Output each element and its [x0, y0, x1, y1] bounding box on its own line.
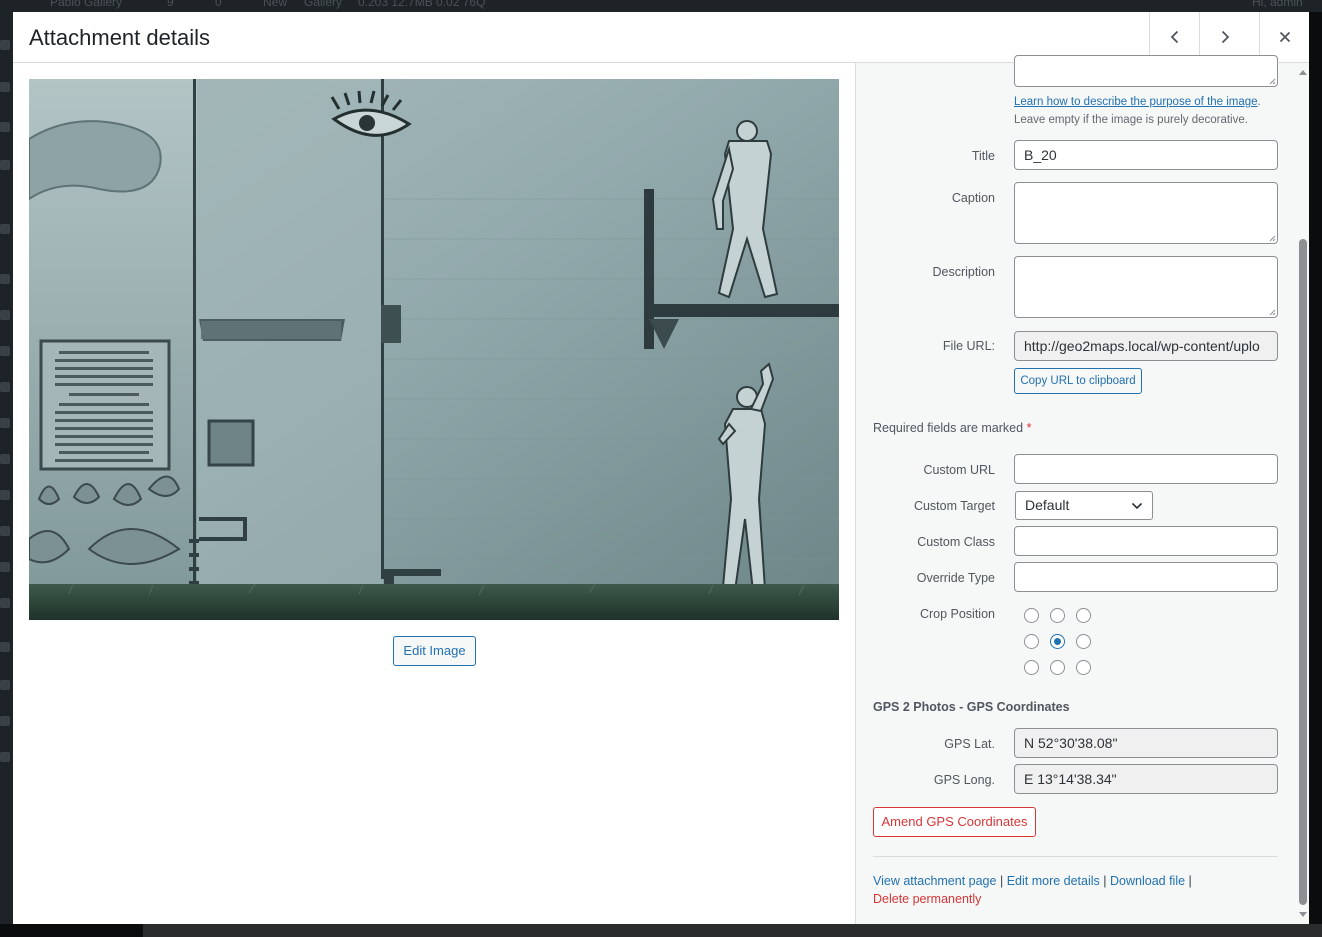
override-type-label: Override Type [916, 571, 995, 585]
gps-long-label: GPS Long. [933, 773, 995, 787]
custom-target-select[interactable]: Default [1015, 491, 1153, 520]
menu-icon[interactable] [0, 82, 10, 92]
edit-image-button[interactable]: Edit Image [393, 636, 476, 666]
menu-icon[interactable] [0, 680, 10, 690]
alt-text-textarea[interactable] [1014, 55, 1278, 87]
admin-bar-gallery[interactable]: Gallery [304, 0, 342, 9]
admin-bar-new[interactable]: New [263, 0, 287, 9]
caption-label: Caption [951, 191, 995, 205]
chevron-left-icon [1170, 30, 1178, 44]
resize-grip-icon [1269, 78, 1276, 85]
menu-icon[interactable] [0, 346, 10, 356]
gps-long-field[interactable]: E 13°14'38.34" [1014, 764, 1278, 794]
edit-more-details-link[interactable]: Edit more details [1007, 874, 1100, 888]
delete-permanently-link[interactable]: Delete permanently [873, 892, 981, 906]
download-file-link[interactable]: Download file [1110, 874, 1185, 888]
custom-class-field[interactable] [1014, 526, 1278, 556]
description-label: Description [932, 265, 995, 279]
crop-position-label: Crop Position [919, 607, 995, 621]
copy-url-button[interactable]: Copy URL to clipboard [1014, 368, 1142, 394]
view-attachment-page-link[interactable]: View attachment page [873, 874, 996, 888]
attachment-image [29, 79, 839, 620]
alt-text-help: Learn how to describe the purpose of the… [1014, 96, 1261, 108]
custom-target-label: Custom Target [913, 499, 995, 513]
alt-text-help-line2: Leave empty if the image is purely decor… [1014, 114, 1248, 126]
crop-radio-middle-left[interactable] [1024, 634, 1039, 649]
backdrop [0, 924, 1322, 937]
menu-icon[interactable] [0, 382, 10, 392]
caption-textarea[interactable] [1014, 182, 1278, 244]
scroll-down-arrow-icon[interactable] [1298, 911, 1308, 919]
override-type-field[interactable] [1014, 562, 1278, 592]
title-field[interactable]: B_20 [1014, 140, 1278, 170]
attachment-actions: View attachment page | Edit more details… [873, 874, 1192, 888]
crop-radio-center[interactable] [1050, 634, 1065, 649]
menu-icon[interactable] [0, 490, 10, 500]
required-note: Required fields are marked * [873, 421, 1031, 435]
gps-lat-label: GPS Lat. [944, 737, 995, 751]
attachment-media-view: Edit Image [13, 63, 855, 924]
attachment-settings: Learn how to describe the purpose of the… [855, 55, 1309, 924]
backdrop-content [143, 924, 1322, 937]
admin-bar-stats: 0.203 12.7MB 0.02 76Q [358, 0, 486, 9]
scroll-up-arrow-icon[interactable] [1298, 68, 1308, 76]
menu-icon[interactable] [0, 642, 10, 652]
crop-radio-bottom-left[interactable] [1024, 660, 1039, 675]
scrollbar-thumb[interactable] [1299, 239, 1307, 905]
admin-bar: Pablo Gallery 9 0 New Gallery 0.203 12.7… [0, 0, 1322, 12]
menu-icon[interactable] [0, 40, 10, 50]
close-icon [1279, 31, 1290, 43]
required-note-text: Required fields are marked [873, 421, 1024, 435]
crop-radio-top-left[interactable] [1024, 608, 1039, 623]
menu-icon[interactable] [0, 310, 10, 320]
required-star: * [1026, 421, 1032, 435]
menu-icon[interactable] [0, 752, 10, 762]
menu-icon[interactable] [0, 122, 10, 132]
admin-bar-comments[interactable]: 0 [215, 0, 222, 9]
crop-radio-middle-right[interactable] [1076, 634, 1091, 649]
menu-icon[interactable] [0, 224, 10, 234]
action-separator: | [1103, 874, 1107, 888]
gps-section-title: GPS 2 Photos - GPS Coordinates [873, 700, 1070, 714]
resize-grip-icon [1269, 309, 1276, 316]
menu-icon[interactable] [0, 454, 10, 464]
alt-text-help-link[interactable]: Learn how to describe the purpose of the… [1014, 96, 1258, 108]
menu-icon[interactable] [0, 274, 10, 284]
chevron-right-icon [1221, 30, 1229, 44]
custom-target-value: Default [1025, 497, 1070, 513]
chevron-down-icon [1131, 502, 1143, 510]
admin-bar-updates[interactable]: 9 [167, 0, 174, 9]
action-separator: | [1188, 874, 1192, 888]
file-url-field[interactable]: http://geo2maps.local/wp-content/uplo [1014, 331, 1278, 361]
file-url-label: File URL: [942, 339, 995, 353]
admin-bar-greeting[interactable]: Hi, admin [1252, 0, 1303, 9]
menu-icon[interactable] [0, 418, 10, 428]
action-separator: | [999, 874, 1004, 888]
backdrop [1309, 12, 1322, 924]
menu-icon[interactable] [0, 526, 10, 536]
crop-radio-top-right[interactable] [1076, 608, 1091, 623]
title-label: Title [971, 149, 995, 163]
admin-bar-site-name[interactable]: Pablo Gallery [50, 0, 122, 9]
crop-radio-bottom-right[interactable] [1076, 660, 1091, 675]
custom-url-field[interactable] [1014, 454, 1278, 484]
custom-url-label: Custom URL [923, 463, 995, 477]
modal-title: Attachment details [29, 25, 210, 50]
gps-lat-field[interactable]: N 52°30'38.08" [1014, 728, 1278, 758]
menu-icon[interactable] [0, 160, 10, 170]
alt-text-help-suffix: . [1257, 96, 1261, 108]
menu-icon[interactable] [0, 562, 10, 572]
admin-menu [0, 12, 13, 937]
custom-class-label: Custom Class [917, 535, 995, 549]
crop-radio-top-center[interactable] [1050, 608, 1065, 623]
attachment-details-modal: Attachment details Edit Image Learn how … [13, 12, 1309, 924]
menu-icon[interactable] [0, 598, 10, 608]
menu-icon[interactable] [0, 716, 10, 726]
amend-gps-button[interactable]: Amend GPS Coordinates [873, 807, 1036, 837]
crop-radio-bottom-center[interactable] [1050, 660, 1065, 675]
resize-grip-icon [1269, 235, 1276, 242]
divider [873, 856, 1278, 857]
description-textarea[interactable] [1014, 256, 1278, 318]
